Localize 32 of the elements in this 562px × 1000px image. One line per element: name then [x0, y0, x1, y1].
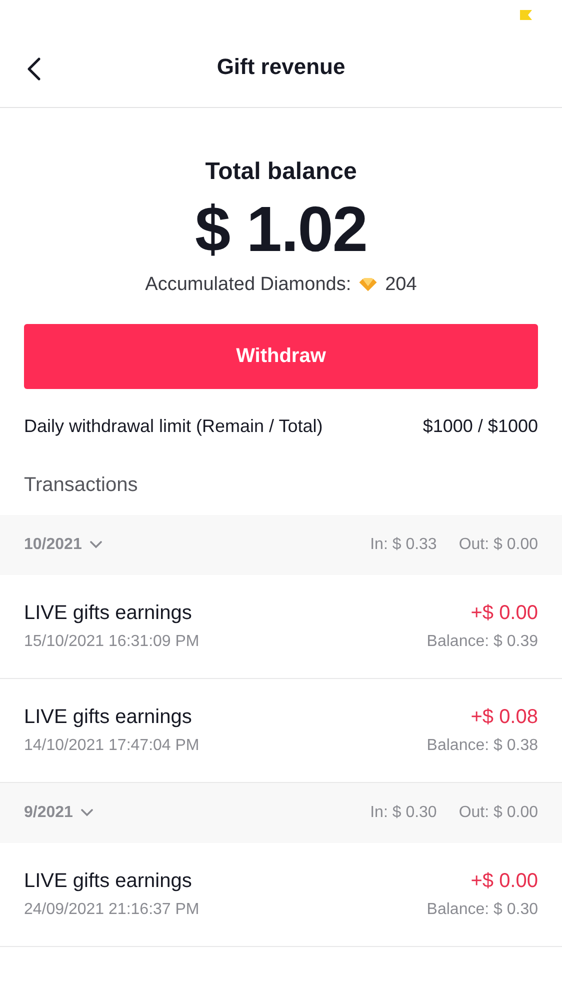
status-icon: [520, 10, 532, 20]
month-out: Out: $ 0.00: [458, 804, 538, 822]
back-icon[interactable]: [27, 57, 41, 81]
transaction-balance: Balance: $ 0.38: [426, 737, 538, 755]
transaction-amount: +$ 0.00: [470, 602, 538, 625]
transaction-amount: +$ 0.00: [470, 870, 538, 893]
month-out: Out: $ 0.00: [458, 536, 538, 554]
limit-label: Daily withdrawal limit (Remain / Total): [24, 416, 323, 437]
transaction-date: 15/10/2021 16:31:09 PM: [24, 633, 200, 651]
chevron-icon[interactable]: [90, 541, 102, 549]
month-in: In: $ 0.30: [370, 804, 437, 822]
transaction-balance: Balance: $ 0.30: [426, 901, 538, 919]
diamonds-count: 204: [385, 274, 417, 296]
transaction-title: LIVE gifts earnings: [24, 870, 193, 893]
diamonds-label: Accumulated Diamonds:: [145, 274, 352, 296]
transaction-date: 24/09/2021 21:16:37 PM: [24, 901, 200, 919]
withdraw-button[interactable]: Withdraw: [24, 324, 538, 389]
balance-amount: $ 1.02: [195, 192, 367, 266]
page-title: Gift revenue: [216, 54, 346, 80]
limit-value: $1000 / $1000: [422, 416, 538, 437]
month-in: In: $ 0.33: [370, 536, 437, 554]
transaction-title: LIVE gifts earnings: [24, 602, 193, 625]
diamond-icon: [359, 278, 378, 292]
transaction-title: LIVE gifts earnings: [24, 706, 193, 729]
transactions-heading: Transactions: [23, 474, 139, 497]
transaction-balance: Balance: $ 0.39: [426, 633, 538, 651]
month-label[interactable]: 10/2021: [24, 536, 82, 554]
chevron-icon[interactable]: [80, 809, 93, 817]
transaction-date: 14/10/2021 17:47:04 PM: [24, 737, 200, 755]
month-label[interactable]: 9/2021: [24, 804, 73, 822]
balance-label: Total balance: [205, 158, 357, 186]
transaction-amount: +$ 0.08: [470, 706, 538, 729]
